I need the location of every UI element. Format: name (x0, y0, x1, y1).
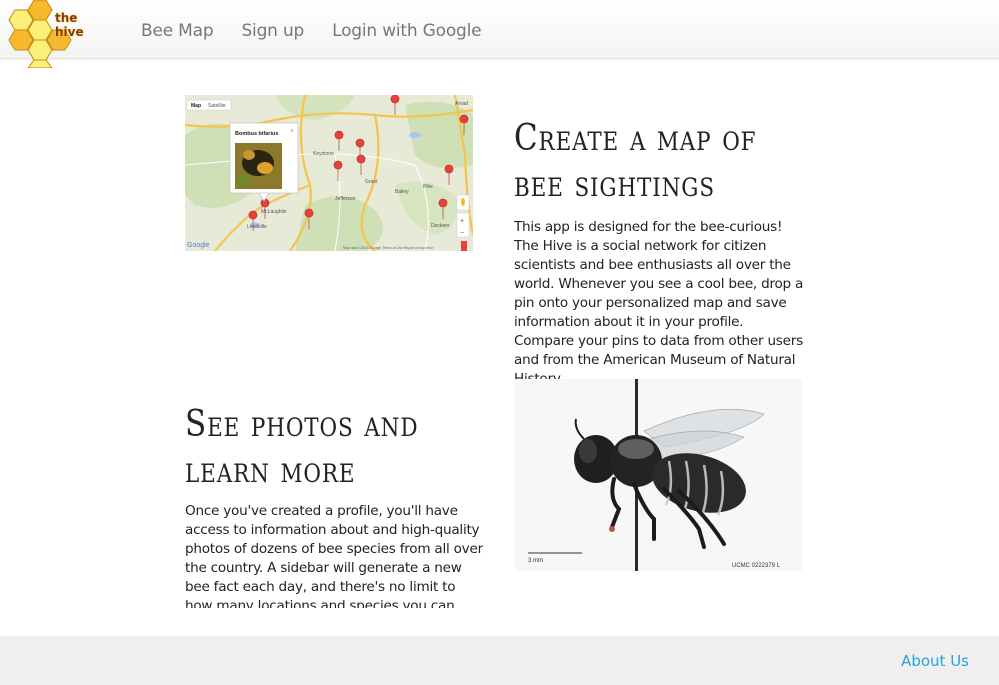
map-zoom-in: + (460, 218, 464, 225)
about-us-link[interactable]: About Us (901, 652, 969, 670)
map-label-deckers: Deckers (431, 223, 450, 229)
map-tab-map: Map (191, 103, 201, 109)
map-label-arvad: Arvad (455, 101, 468, 107)
nav-bee-map[interactable]: Bee Map (141, 21, 214, 41)
nav-links: Bee Map Sign up Login with Google (141, 21, 509, 41)
scale-label: 3 mm (528, 558, 543, 564)
bee-map-screenshot: Arvad Keystone Grant Jefferson Bailey Pi… (185, 95, 473, 251)
map-tab-satellite: Satellite (208, 103, 226, 109)
map-attribution: Map data ©2016 Google Terms of Use Repor… (343, 246, 434, 250)
map-label-bailey: Bailey (395, 189, 409, 195)
map-image: Arvad Keystone Grant Jefferson Bailey Pi… (185, 95, 473, 251)
google-logo: Google (187, 242, 210, 249)
map-label-grant: Grant (365, 179, 378, 185)
logo-text: the hive (55, 11, 84, 39)
bee-image: 3 mm UCMC 0222379 L (514, 379, 802, 571)
create-map-description: This app is designed for the bee-curious… (514, 219, 804, 387)
popup-title: Bombus bifarius (235, 131, 278, 137)
specimen-label: UCMC 0222379 L (732, 563, 781, 569)
nav-sign-up[interactable]: Sign up (241, 21, 304, 41)
navbar: the hive Bee Map Sign up Login with Goog… (0, 0, 999, 69)
popup-close-icon: × (290, 128, 294, 135)
map-label-jefferson: Jefferson (335, 196, 356, 202)
map-label-keystone: Keystone (313, 151, 334, 157)
see-photos-heading: See photos and learn more (185, 404, 419, 491)
map-label-leadville: Leadville (247, 224, 267, 230)
nav-login-google[interactable]: Login with Google (332, 21, 481, 41)
see-photos-description: Once you've created a profile, you'll ha… (185, 503, 483, 608)
map-zoom-out: − (460, 230, 464, 237)
footer: About Us (0, 636, 999, 685)
bee-specimen-photo: 3 mm UCMC 0222379 L (514, 379, 802, 571)
map-label-pike: Pike (423, 184, 433, 190)
create-map-heading: Create a map of bee sightings (514, 118, 757, 205)
hive-logo[interactable]: the hive (4, 0, 104, 69)
